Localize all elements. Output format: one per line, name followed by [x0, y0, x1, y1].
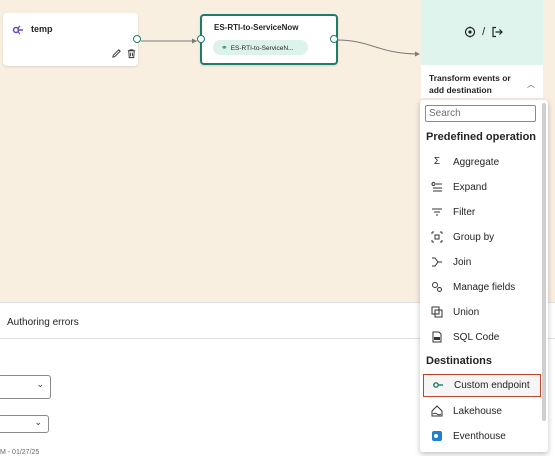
- destinations-header: Destinations: [426, 355, 493, 367]
- menu-item-eventhouse[interactable]: Eventhouse: [423, 425, 541, 448]
- menu-item-group-by[interactable]: Group by: [423, 226, 541, 249]
- menu-item-union[interactable]: Union: [423, 301, 541, 324]
- menu-item-aggregate[interactable]: Σ Aggregate: [423, 151, 541, 174]
- menu-item-label: Group by: [453, 232, 495, 243]
- delete-icon[interactable]: [126, 48, 137, 59]
- stream-node-pill-label: ES-RTI-to-ServiceN...: [230, 45, 294, 52]
- menu-item-label: Aggregate: [453, 157, 500, 168]
- chevron-down-icon: ⌄: [36, 379, 44, 389]
- menu-item-manage-fields[interactable]: Manage fields: [423, 276, 541, 299]
- menu-item-label: Eventhouse: [453, 431, 506, 442]
- menu-item-label: Join: [453, 257, 472, 268]
- search-input[interactable]: [425, 105, 536, 122]
- eventhouse-icon: [432, 431, 442, 441]
- source-node[interactable]: temp: [3, 13, 141, 66]
- operations-dropdown: Predefined operation Σ Aggregate Expand …: [420, 100, 548, 452]
- tab-authoring-errors[interactable]: Authoring errors: [7, 317, 79, 328]
- destination-panel-footer[interactable]: Transform events or add destination ︿: [421, 65, 543, 98]
- menu-item-label: Union: [453, 307, 480, 318]
- destination-panel[interactable]: / Transform events or add destination ︿: [421, 0, 543, 98]
- source-output-port[interactable]: [133, 35, 141, 43]
- link-icon: ⚭: [221, 43, 228, 52]
- menu-item-label: Custom endpoint: [454, 380, 530, 391]
- union-icon: [431, 306, 443, 318]
- stream-node-title: ES-RTI-to-ServiceNow: [214, 23, 299, 32]
- dropdown-select-1[interactable]: ⌄: [0, 375, 51, 399]
- join-icon: [432, 257, 442, 267]
- chevron-up-icon[interactable]: ︿: [527, 79, 535, 90]
- menu-item-expand[interactable]: Expand: [423, 176, 541, 199]
- stream-output-port[interactable]: [330, 35, 338, 43]
- chevron-down-icon: ⌄: [34, 417, 42, 427]
- source-icon: [12, 25, 23, 35]
- expand-icon: [431, 182, 442, 192]
- transform-icon: [464, 26, 476, 38]
- source-node-title: temp: [31, 24, 53, 34]
- menu-item-lakehouse[interactable]: Lakehouse: [423, 400, 541, 423]
- menu-item-label: SQL Code: [453, 332, 500, 343]
- destination-separator: /: [482, 26, 486, 38]
- menu-item-custom-endpoint[interactable]: Custom endpoint: [423, 374, 541, 397]
- destination-panel-label: Transform events or add destination: [429, 73, 511, 95]
- dropdown-select-2[interactable]: ⌄: [0, 415, 49, 433]
- menu-item-label: Lakehouse: [453, 406, 502, 417]
- menu-item-label: Expand: [453, 182, 487, 193]
- group-by-icon: [431, 231, 443, 243]
- manage-fields-icon: [432, 282, 442, 292]
- dropdown-scrollbar[interactable]: [542, 103, 546, 421]
- predefined-operation-header: Predefined operation: [426, 131, 537, 143]
- menu-item-label: Manage fields: [453, 282, 516, 293]
- sigma-icon: Σ: [433, 156, 441, 167]
- stream-input-port[interactable]: [197, 35, 205, 43]
- menu-item-filter[interactable]: Filter: [423, 201, 541, 224]
- filter-icon: [432, 208, 442, 216]
- lakehouse-icon: [431, 405, 443, 417]
- custom-endpoint-icon: [433, 382, 443, 388]
- destination-icons: /: [464, 26, 504, 38]
- destination-panel-header: /: [421, 0, 543, 65]
- menu-item-label: Filter: [453, 207, 476, 218]
- sql-icon: [432, 331, 442, 343]
- edit-icon[interactable]: [111, 48, 122, 59]
- menu-item-join[interactable]: Join: [423, 251, 541, 274]
- menu-item-sql-code[interactable]: SQL Code: [423, 326, 541, 349]
- exit-icon: [492, 26, 504, 38]
- stream-node[interactable]: ES-RTI-to-ServiceNow ⚭ ES-RTI-to-ServiceN…: [197, 14, 338, 65]
- stream-node-pill: ⚭ ES-RTI-to-ServiceN...: [213, 40, 308, 55]
